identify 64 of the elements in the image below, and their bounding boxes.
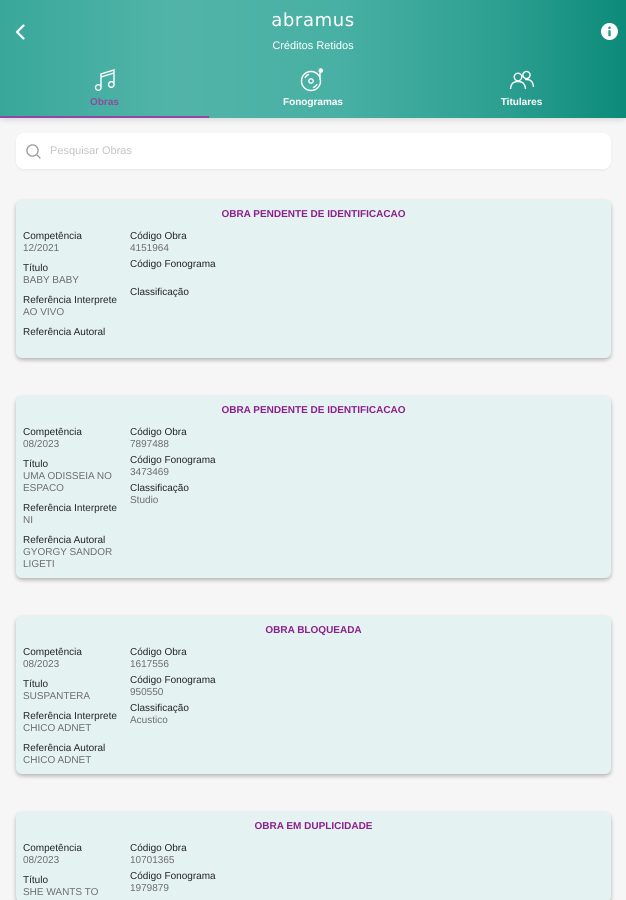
music-notes-icon [94, 68, 116, 92]
field-value: UMA ODISSEIA NO ESPACO [23, 471, 113, 495]
field-value: CHICO ADNET [23, 755, 92, 767]
field-label: Referência Interprete [23, 503, 118, 515]
field-value: 1617556 [130, 659, 170, 671]
status-title: OBRA PENDENTE DE IDENTIFICACAO [220, 405, 407, 417]
field-label: Código Obra [130, 427, 188, 439]
field-value: 7897488 [130, 439, 170, 451]
field-label: Referência Interprete [23, 295, 118, 307]
field-label: Código Fonograma [130, 871, 216, 883]
field-label: Código Fonograma [130, 675, 216, 687]
field-value: SUSPANTERA [23, 691, 92, 703]
field-label: Título [23, 263, 50, 275]
field-value: 4151964 [130, 243, 170, 255]
field-value: 950550 [130, 687, 164, 699]
field-label: Código Obra [130, 231, 188, 243]
field-label: Código Obra [130, 843, 188, 855]
field-label: Título [23, 459, 50, 471]
field-value: 3473469 [130, 467, 170, 479]
field-value: 12/2021 [23, 243, 60, 255]
info-button[interactable] [600, 22, 618, 40]
field-label: Título [23, 679, 50, 691]
app-logo: abramus [271, 10, 355, 30]
field-value: BABY BABY [23, 275, 80, 287]
page-title: Créditos Retidos [272, 38, 354, 52]
field-value: SHE WANTS TO [23, 887, 100, 899]
status-title: OBRA EM DUPLICIDADE [254, 821, 374, 833]
disc-with-note-icon [300, 68, 326, 92]
field-value: Acustico [130, 715, 169, 727]
people-icon [508, 68, 534, 92]
field-value: AO VIVO [23, 307, 66, 319]
tab[interactable]: Titulares [417, 64, 626, 118]
field-value: 08/2023 [23, 439, 60, 451]
field-label: Código Obra [130, 647, 188, 659]
field-value: GYORGY SANDOR LIGETI [23, 547, 114, 571]
field-label: Referência Interprete [23, 711, 118, 723]
field-value: Studio [130, 495, 160, 507]
field-label: Competência [23, 647, 83, 659]
field-value: 08/2023 [23, 855, 60, 867]
field-label: Competência [23, 843, 83, 855]
field-value: CHICO ADNET [23, 723, 92, 735]
field-value: NI [23, 515, 34, 527]
field-label: Referência Autoral [23, 743, 106, 755]
field-label: Classificação [130, 287, 190, 299]
search-icon [26, 144, 41, 159]
tab[interactable]: Obras [0, 64, 209, 118]
field-label: Competência [23, 231, 83, 243]
search-field[interactable]: Pesquisar Obras [16, 133, 611, 169]
field-label: Classificação [130, 483, 190, 495]
field-label: Referência Autoral [23, 327, 106, 339]
field-label: Competência [23, 427, 83, 439]
chevron-left-icon [15, 24, 25, 40]
field-label: Código Fonograma [130, 259, 216, 271]
tab[interactable]: Fonogramas [209, 64, 417, 118]
field-label: Título [23, 875, 50, 887]
field-value: 10701365 [130, 855, 176, 867]
field-label: Classificação [130, 703, 190, 715]
field-label: Referência Autoral [23, 535, 106, 547]
field-value: 1979879 [130, 883, 170, 895]
field-value: 08/2023 [23, 659, 60, 671]
status-title: OBRA BLOQUEADA [264, 625, 363, 637]
field-label: Código Fonograma [130, 455, 216, 467]
status-title: OBRA PENDENTE DE IDENTIFICACAO [220, 209, 407, 221]
info-icon [600, 23, 618, 40]
